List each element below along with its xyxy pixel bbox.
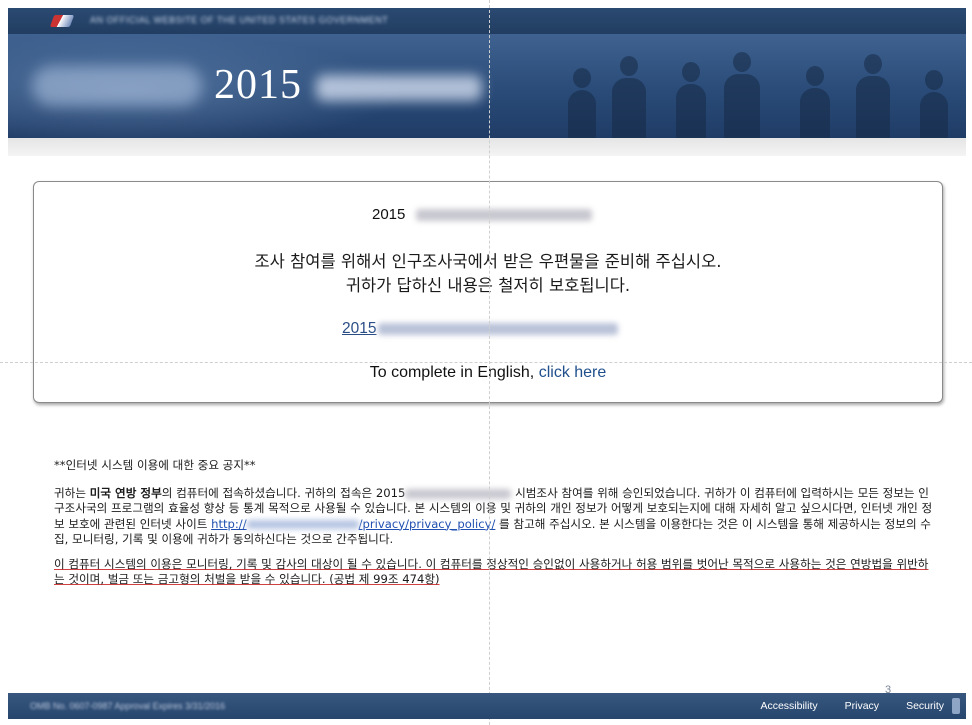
banner-title-redacted	[316, 75, 482, 101]
click-here-english-link[interactable]: click here	[539, 364, 607, 381]
people-silhouette-icon	[724, 52, 760, 138]
header-banner: 2015	[8, 34, 966, 138]
banner-year: 2015	[214, 62, 302, 108]
start-survey-korean-link[interactable]: 2015	[342, 320, 619, 338]
official-website-text: AN OFFICIAL WEBSITE OF THE UNITED STATES…	[90, 15, 389, 25]
layout-guide-horizontal	[0, 362, 972, 363]
header-divider	[8, 138, 966, 156]
redacted-survey-name	[415, 209, 592, 222]
privacy-policy-link[interactable]: http:///privacy/privacy_policy/	[211, 517, 495, 531]
people-silhouette-icon	[676, 62, 706, 138]
notice-paragraph-1: 귀하는 미국 연방 정부의 컴퓨터에 접속하셨습니다. 귀하의 접속은 2015…	[54, 486, 933, 546]
census-logo	[32, 66, 202, 106]
scroll-handle-icon	[952, 698, 960, 714]
people-silhouette-icon	[920, 70, 948, 138]
instruction-line-2: 귀하가 답하신 내용은 철저히 보호됩니다.	[345, 276, 631, 295]
people-silhouette-icon	[612, 56, 646, 138]
people-silhouette-icon	[856, 54, 890, 138]
people-silhouette-icon	[568, 68, 596, 138]
notice-heading: **인터넷 시스템 이용에 대한 중요 공지**	[54, 458, 256, 472]
people-silhouette-icon	[800, 66, 830, 138]
accessibility-link[interactable]: Accessibility	[760, 700, 817, 712]
us-flag-icon	[49, 15, 75, 27]
card-title: 2015	[372, 206, 592, 223]
omb-approval-text: OMB No. 0607-0987 Approval Expires 3/31/…	[30, 701, 226, 711]
notice-paragraph-2: 이 컴퓨터 시스템의 이용은 모니터링, 기록 및 감사의 대상이 될 수 있습…	[54, 557, 929, 587]
survey-entry-card: 2015 조사 참여를 위해서 인구조사국에서 받은 우편물을 준비해 주십시오…	[33, 181, 943, 403]
security-link[interactable]: Security	[906, 700, 944, 712]
english-option-label: To complete in English,	[369, 364, 535, 381]
redacted-survey-name	[405, 488, 512, 499]
privacy-link[interactable]: Privacy	[845, 700, 879, 712]
gov-top-strip: AN OFFICIAL WEBSITE OF THE UNITED STATES…	[8, 8, 966, 34]
footer-links: Accessibility Privacy Security	[733, 693, 960, 719]
instruction-line-1: 조사 참여를 위해서 인구조사국에서 받은 우편물을 준비해 주십시오.	[254, 252, 722, 271]
page-footer: OMB No. 0607-0987 Approval Expires 3/31/…	[8, 693, 966, 719]
english-option: To complete in English, click here	[34, 364, 942, 382]
internet-system-notice: **인터넷 시스템 이용에 대한 중요 공지** 귀하는 미국 연방 정부의 컴…	[54, 458, 934, 597]
